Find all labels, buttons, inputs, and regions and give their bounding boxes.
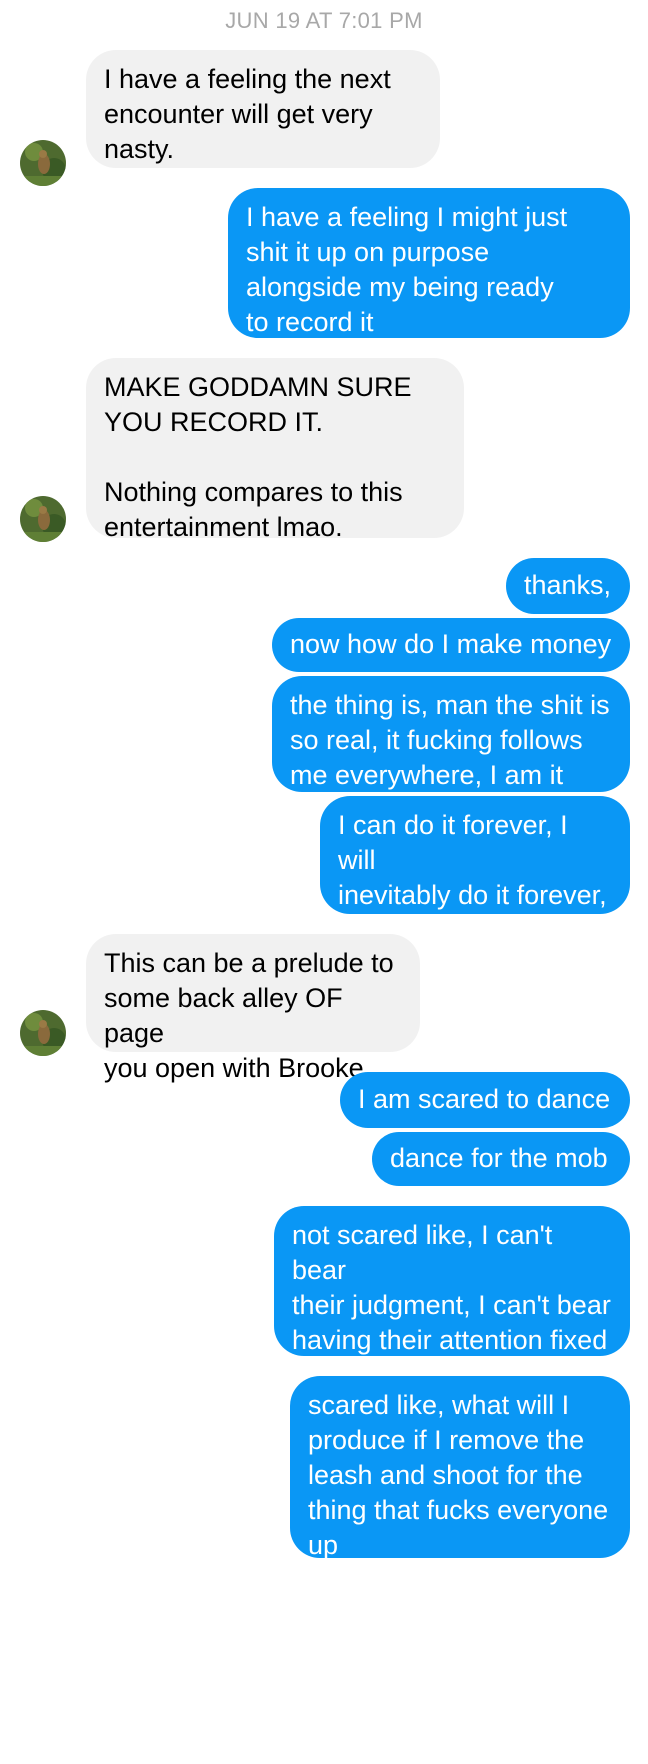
- message-bubble-outgoing[interactable]: now how do I make money: [272, 618, 630, 672]
- message-bubble-outgoing[interactable]: the thing is, man the shit is so real, i…: [272, 676, 630, 792]
- contact-avatar[interactable]: [20, 1010, 66, 1056]
- message-bubble-outgoing[interactable]: I can do it forever, I will inevitably d…: [320, 796, 630, 945]
- message-bubble-outgoing[interactable]: scared like, what will I produce if I re…: [290, 1376, 630, 1560]
- message-bubble-outgoing[interactable]: dance for the mob: [372, 1132, 630, 1186]
- timestamp: JUN 19 AT 7:01 PM: [225, 8, 423, 33]
- avatar-photo-icon: [20, 496, 66, 542]
- message-bubble-outgoing[interactable]: not scared like, I can't bear their judg…: [274, 1206, 630, 1390]
- contact-avatar[interactable]: [20, 140, 66, 186]
- avatar-photo-icon: [20, 1010, 66, 1056]
- avatar-photo-icon: [20, 140, 66, 186]
- message-bubble-outgoing[interactable]: thanks,: [506, 558, 630, 614]
- message-bubble-outgoing[interactable]: I have a feeling I might just shit it up…: [228, 188, 630, 338]
- message-bubble-incoming[interactable]: This can be a prelude to some back alley…: [86, 934, 420, 1083]
- message-bubble-outgoing[interactable]: I am scared to dance: [340, 1072, 630, 1128]
- message-bubble-incoming[interactable]: I have a feeling the next encounter will…: [86, 50, 440, 168]
- contact-avatar[interactable]: [20, 496, 66, 542]
- message-bubble-incoming[interactable]: MAKE GODDAMN SURE YOU RECORD IT. Nothing…: [86, 358, 464, 542]
